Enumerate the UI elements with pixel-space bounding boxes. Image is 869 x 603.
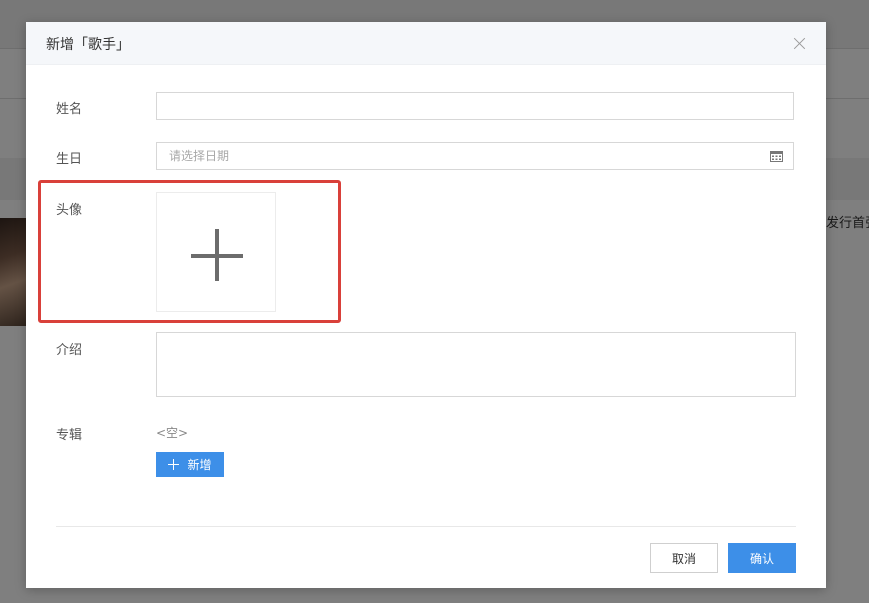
birthday-label: 生日 [56,152,83,167]
add-album-label: 新增 [187,458,212,472]
plus-icon [168,459,180,470]
dialog-title: 新增「歌手」 [46,37,130,53]
name-label: 姓名 [56,102,83,117]
album-label: 专辑 [56,428,83,443]
birthday-date-picker[interactable] [156,142,794,170]
close-icon[interactable] [792,35,808,51]
dialog-header: 新增「歌手」 [26,22,826,65]
highlight-annotation [38,180,341,323]
intro-textarea[interactable] [156,332,796,397]
footer-divider [56,526,796,527]
cancel-button[interactable]: 取消 [650,543,718,573]
name-input[interactable] [156,92,794,120]
add-singer-dialog: 新增「歌手」 姓名 生日 头像 介绍 专辑 <空> 新增 取消 确认 [26,22,826,588]
intro-label: 介绍 [56,343,83,358]
confirm-button[interactable]: 确认 [728,543,796,573]
add-album-button[interactable]: 新增 [156,452,224,477]
calendar-icon[interactable] [770,150,783,162]
album-empty-text: <空> [156,426,189,440]
